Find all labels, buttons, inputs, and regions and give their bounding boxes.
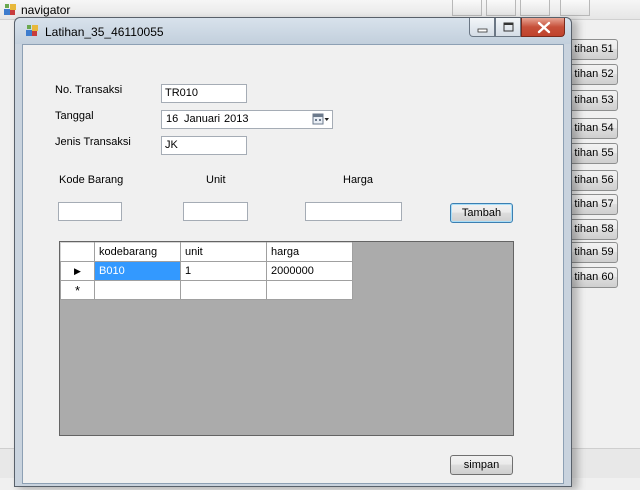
navigator-caption-button[interactable] [452,0,482,16]
navigator-title: navigator [21,3,71,17]
tanggal-year[interactable]: 2013 [224,111,248,128]
new-row-icon[interactable]: * [60,280,95,300]
column-header-kodebarang[interactable]: kodebarang [94,242,181,262]
grid-header-row: kodebarang unit harga [60,242,353,262]
tanggal-datepicker[interactable]: 16 Januari 2013 [161,110,333,129]
harga-label: Harga [343,174,373,186]
harga-input[interactable] [305,202,402,221]
tanggal-month[interactable]: Januari [184,111,220,128]
simpan-button[interactable]: simpan [450,455,513,475]
dialog-client-area: No. Transaksi TR010 Tanggal 16 Januari 2… [22,44,564,484]
close-button[interactable] [521,18,565,37]
minimize-icon [477,28,488,33]
unit-label: Unit [206,174,226,186]
no-transaksi-label: No. Transaksi [55,84,123,96]
grid-corner-cell[interactable] [60,242,95,262]
kode-barang-input[interactable] [58,202,122,221]
minimize-button[interactable] [469,18,495,37]
column-header-harga[interactable]: harga [266,242,353,262]
kode-barang-label: Kode Barang [59,174,124,186]
dialog-titlebar[interactable]: Latihan_35_46110055 [15,18,571,44]
grid-table: kodebarang unit harga ▶ B010 1 2000000 * [60,242,353,300]
tambah-button[interactable]: Tambah [450,203,513,223]
row-pointer-icon[interactable]: ▶ [60,261,95,281]
app-icon [26,25,38,36]
unit-input[interactable] [183,202,248,221]
table-row-new[interactable]: * [60,280,353,300]
no-transaksi-input[interactable]: TR010 [161,84,247,103]
navigator-caption-button[interactable] [520,0,550,16]
cell-unit[interactable]: 1 [180,261,267,281]
maximize-button[interactable] [495,18,521,37]
tanggal-day[interactable]: 16 [166,111,178,128]
cell-harga[interactable]: 2000000 [266,261,353,281]
transaksi-data-grid[interactable]: kodebarang unit harga ▶ B010 1 2000000 * [59,241,514,436]
column-header-unit[interactable]: unit [180,242,267,262]
app-icon [4,4,16,15]
table-row[interactable]: ▶ B010 1 2000000 [60,261,353,281]
navigator-caption-button[interactable] [560,0,590,16]
caption-buttons [469,18,565,37]
cell-kodebarang[interactable] [94,280,181,300]
close-icon [537,21,551,34]
navigator-caption-button[interactable] [486,0,516,16]
cell-unit[interactable] [180,280,267,300]
latihan-dialog: Latihan_35_46110055 No. Transaksi TR010 … [14,17,572,487]
calendar-icon[interactable] [312,112,330,127]
maximize-icon [503,22,514,32]
tanggal-label: Tanggal [55,110,94,122]
cell-harga[interactable] [266,280,353,300]
cell-kodebarang[interactable]: B010 [94,261,181,281]
jenis-transaksi-input[interactable]: JK [161,136,247,155]
dialog-title: Latihan_35_46110055 [45,25,164,39]
jenis-transaksi-label: Jenis Transaksi [55,136,131,148]
